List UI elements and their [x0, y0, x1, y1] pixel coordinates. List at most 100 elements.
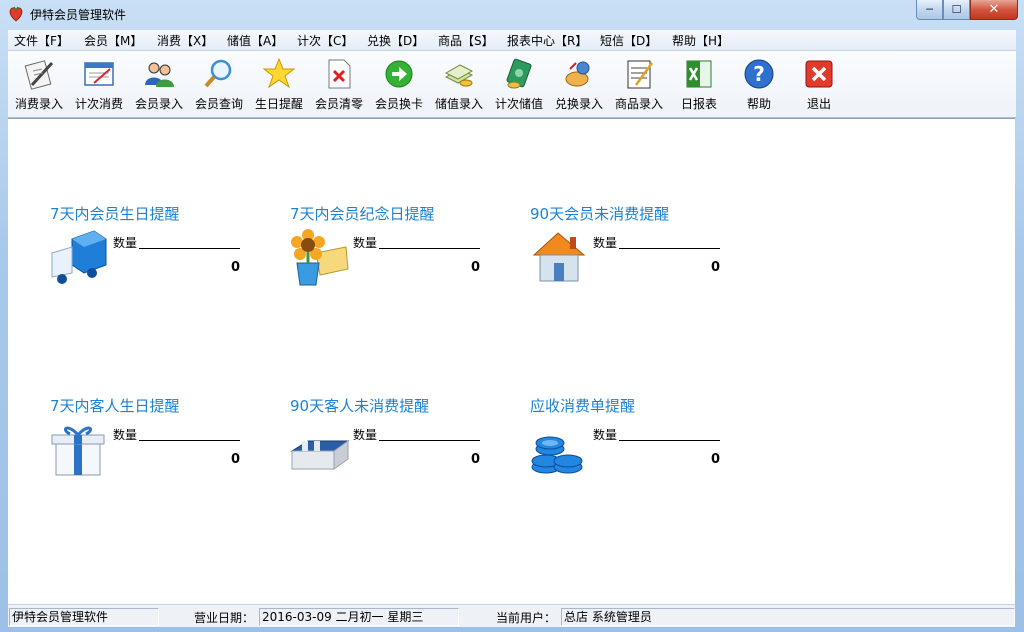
- menu-bar: 文件【F】 会员【M】 消费【X】 储值【A】 计次【C】 兑换【D】 商品【S…: [8, 30, 1016, 51]
- business-date-value: 2016-03-09 二月初一 星期三: [259, 608, 459, 626]
- menu-exchange[interactable]: 兑换【D】: [367, 32, 424, 49]
- package-icon: [290, 440, 350, 470]
- coins-icon: [531, 436, 583, 474]
- svg-text:?: ?: [753, 62, 765, 86]
- count-underline: [379, 440, 480, 441]
- reminder-panel: 7天内会员生日提醒 数量 0 7天内会员纪念日提醒 数量 0 90天会员未消费提…: [8, 118, 1015, 604]
- exchange-icon: [565, 61, 590, 87]
- member-entry-button[interactable]: 会员录入: [129, 55, 189, 115]
- maximize-icon: ☐: [951, 3, 962, 16]
- close-button[interactable]: ✕: [970, 0, 1018, 20]
- excel-icon: [686, 60, 712, 88]
- card-change-button[interactable]: 会员换卡: [369, 55, 429, 115]
- birthday-reminder-button[interactable]: 生日提醒: [249, 55, 309, 115]
- users-icon: [145, 62, 174, 87]
- reminder-title[interactable]: 7天内会员生日提醒: [50, 203, 180, 224]
- green-arrow-icon: [385, 60, 413, 88]
- count-label: 数量: [593, 236, 618, 250]
- count-label: 数量: [353, 428, 378, 442]
- reminder-title[interactable]: 7天内会员纪念日提醒: [290, 203, 435, 224]
- window-title: 伊特会员管理软件: [30, 8, 127, 22]
- exit-icon: [805, 60, 833, 88]
- member-search-button[interactable]: 会员查询: [189, 55, 249, 115]
- menu-reports[interactable]: 报表中心【R】: [507, 32, 587, 49]
- goods-entry-label: 商品录入: [614, 97, 663, 111]
- member-clear-button[interactable]: 会员清零: [309, 55, 369, 115]
- delivery-truck-icon: [51, 230, 107, 284]
- member-clear-label: 会员清零: [314, 97, 363, 111]
- minimize-button[interactable]: ─: [916, 0, 943, 20]
- count-value: 0: [470, 260, 480, 275]
- status-app-name: 伊特会员管理软件: [9, 608, 159, 626]
- count-label: 数量: [113, 428, 138, 442]
- exit-button[interactable]: 退出: [789, 55, 849, 115]
- reminder-title[interactable]: 90天会员未消费提醒: [530, 203, 669, 224]
- menu-count[interactable]: 计次【C】: [297, 32, 353, 49]
- goods-entry-button[interactable]: 商品录入: [609, 55, 669, 115]
- count-consume-button[interactable]: 计次消费: [69, 55, 129, 115]
- magnifier-icon: [204, 59, 232, 88]
- count-underline: [619, 440, 720, 441]
- member-search-label: 会员查询: [194, 97, 243, 111]
- count-stored-value-label: 计次储值: [494, 97, 543, 111]
- business-date-label: 营业日期：: [194, 611, 255, 625]
- count-value: 0: [230, 260, 240, 275]
- daily-report-label: 日报表: [680, 97, 717, 111]
- reminder-member-anniversary: 7天内会员纪念日提醒 数量 0: [248, 203, 488, 303]
- count-underline: [139, 248, 240, 249]
- close-icon: ✕: [988, 2, 1000, 17]
- status-bar: 伊特会员管理软件 营业日期： 2016-03-09 二月初一 星期三 当前用户：…: [8, 604, 1015, 627]
- card-change-label: 会员换卡: [374, 97, 423, 111]
- count-value: 0: [470, 452, 480, 467]
- card-icon: [84, 62, 114, 86]
- reminder-receivable-bills: 应收消费单提醒 数量 0: [488, 395, 728, 495]
- count-underline: [139, 440, 240, 441]
- reminder-member-birthday: 7天内会员生日提醒 数量 0: [8, 203, 248, 303]
- toolbar: 消费录入 计次消费 会员录入 会员查询 生日提醒 会员清零 会员换卡 储值录入 …: [8, 51, 1016, 118]
- reminder-title[interactable]: 90天客人未消费提醒: [290, 395, 429, 416]
- consume-entry-label: 消费录入: [14, 97, 63, 111]
- menu-member[interactable]: 会员【M】: [84, 32, 142, 49]
- gift-box-icon: [51, 426, 105, 476]
- pen-paper-icon: [24, 60, 54, 90]
- help-icon: ?: [744, 59, 774, 89]
- title-bar[interactable]: 伊特会员管理软件 ─ ☐ ✕: [0, 0, 1024, 28]
- menu-file[interactable]: 文件【F】: [14, 32, 69, 49]
- birthday-reminder-label: 生日提醒: [254, 97, 303, 111]
- stored-value-entry-label: 储值录入: [434, 97, 483, 111]
- stored-value-entry-button[interactable]: 储值录入: [429, 55, 489, 115]
- help-button[interactable]: ? 帮助: [729, 55, 789, 115]
- reminder-guest-inactive: 90天客人未消费提醒 数量 0: [248, 395, 488, 495]
- menu-sms[interactable]: 短信【D】: [600, 32, 657, 49]
- count-underline: [619, 248, 720, 249]
- menu-consume[interactable]: 消费【X】: [157, 32, 213, 49]
- exchange-entry-button[interactable]: 兑换录入: [549, 55, 609, 115]
- count-value: 0: [230, 452, 240, 467]
- star-icon: [262, 57, 296, 89]
- reminder-title[interactable]: 7天内客人生日提醒: [50, 395, 180, 416]
- consume-entry-button[interactable]: 消费录入: [9, 55, 69, 115]
- maximize-button[interactable]: ☐: [943, 0, 970, 20]
- reminder-guest-birthday: 7天内客人生日提醒 数量 0: [8, 395, 248, 495]
- current-user-value: 总店 系统管理员: [561, 608, 1015, 626]
- flower-icon: [291, 229, 349, 286]
- notepad-icon: [627, 60, 654, 89]
- exchange-entry-label: 兑换录入: [554, 97, 603, 111]
- current-user-label: 当前用户：: [496, 611, 557, 625]
- money-stack-icon: [506, 58, 532, 89]
- minimize-icon: ─: [926, 3, 933, 16]
- count-value: 0: [710, 260, 720, 275]
- count-label: 数量: [113, 236, 138, 250]
- count-label: 数量: [353, 236, 378, 250]
- reminder-title[interactable]: 应收消费单提醒: [530, 395, 635, 416]
- count-value: 0: [710, 452, 720, 467]
- daily-report-button[interactable]: 日报表: [669, 55, 729, 115]
- exit-label: 退出: [806, 97, 831, 111]
- count-stored-value-button[interactable]: 计次储值: [489, 55, 549, 115]
- house-icon: [532, 232, 586, 282]
- menu-stored-value[interactable]: 储值【A】: [227, 32, 283, 49]
- menu-help[interactable]: 帮助【H】: [672, 32, 729, 49]
- menu-goods[interactable]: 商品【S】: [438, 32, 494, 49]
- help-label: 帮助: [746, 97, 771, 111]
- count-consume-label: 计次消费: [74, 97, 123, 111]
